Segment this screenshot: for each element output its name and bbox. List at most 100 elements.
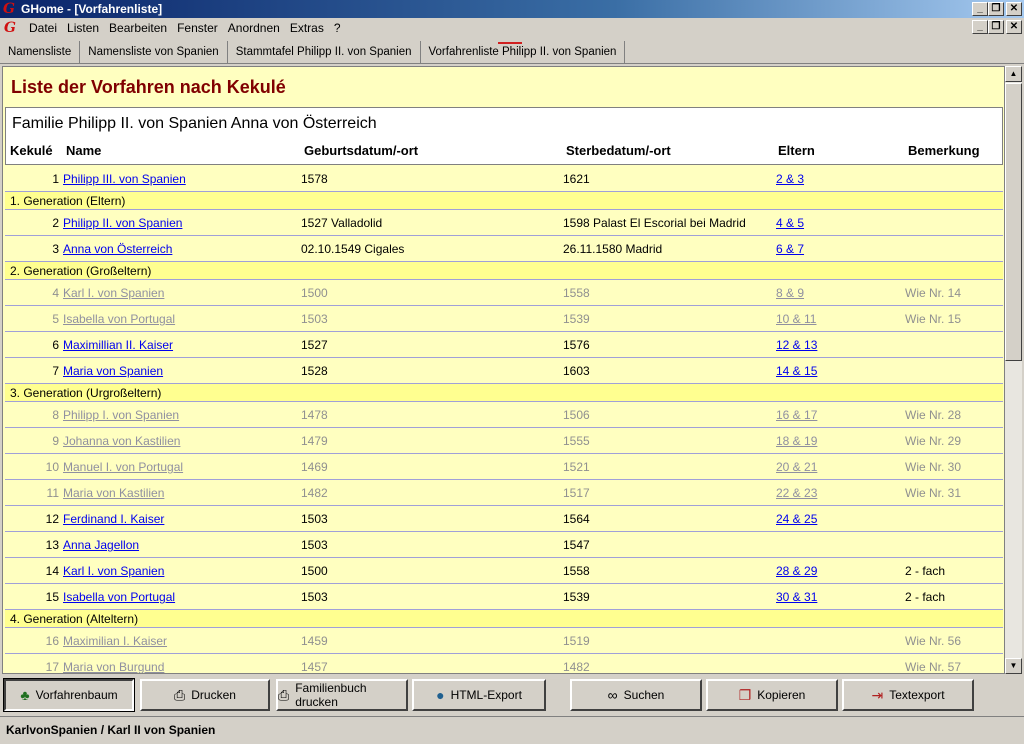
ancestor-table-body: 1 Philipp III. von Spanien 1578 1621 2 & 3 1.… bbox=[5, 166, 1003, 674]
person-name-link[interactable]: Anna von Österreich bbox=[63, 242, 172, 256]
column-header-death: Sterbedatum/-ort bbox=[566, 143, 671, 158]
menu-bearbeiten[interactable]: Bearbeiten bbox=[104, 21, 172, 35]
scroll-up-icon[interactable]: ▲ bbox=[1005, 66, 1022, 82]
textexport-button[interactable]: ⇥ Textexport bbox=[842, 679, 974, 711]
menu-listen[interactable]: Listen bbox=[62, 21, 104, 35]
kekule-number: 8 bbox=[52, 408, 59, 422]
person-name-link[interactable]: Manuel I. von Portugal bbox=[63, 460, 183, 474]
doc-restore-icon[interactable]: ❐ bbox=[988, 20, 1004, 34]
death-cell: 1598 Palast El Escorial bei Madrid bbox=[563, 216, 746, 230]
table-row: 10 Manuel I. von Portugal 1469 1521 20 & 21 W… bbox=[5, 454, 1003, 480]
table-row: 6 Maximillian II. Kaiser 1527 1576 12 & 13 bbox=[5, 332, 1003, 358]
doc-close-icon[interactable]: ✕ bbox=[1006, 20, 1022, 34]
person-name-link[interactable]: Maria von Kastilien bbox=[63, 486, 164, 500]
tab-namensliste-spanien[interactable]: Namensliste von Spanien bbox=[80, 41, 228, 63]
person-name-link[interactable]: Anna Jagellon bbox=[63, 538, 139, 552]
death-cell: 1621 bbox=[563, 172, 590, 186]
close-icon[interactable]: ✕ bbox=[1006, 2, 1022, 16]
note-cell: Wie Nr. 14 bbox=[905, 286, 962, 300]
table-row: 11 Maria von Kastilien 1482 1517 22 & 23 Wie … bbox=[5, 480, 1003, 506]
parents-link[interactable]: 18 & 19 bbox=[776, 434, 817, 448]
menu-extras[interactable]: Extras bbox=[285, 21, 329, 35]
family-title: Familie Philipp II. von Spanien Anna von… bbox=[12, 115, 377, 132]
restore-icon[interactable]: ❐ bbox=[988, 2, 1004, 16]
person-name-link[interactable]: Karl I. von Spanien bbox=[63, 286, 164, 300]
column-header-note: Bemerkung bbox=[908, 143, 980, 158]
death-cell: 1603 bbox=[563, 364, 590, 378]
person-name-link[interactable]: Maria von Spanien bbox=[63, 364, 163, 378]
drucken-button[interactable]: ⎙ Drucken bbox=[140, 679, 270, 711]
scroll-thumb[interactable] bbox=[1005, 83, 1022, 361]
death-cell: 1521 bbox=[563, 460, 590, 474]
person-name-link[interactable]: Maximillian II. Kaiser bbox=[63, 338, 173, 352]
person-name-link[interactable]: Philipp II. von Spanien bbox=[63, 216, 182, 230]
birth-cell: 1457 bbox=[301, 660, 328, 674]
parents-link[interactable]: 20 & 21 bbox=[776, 460, 817, 474]
kekule-number: 10 bbox=[45, 460, 59, 474]
kekule-number: 16 bbox=[45, 634, 59, 648]
kekule-number: 15 bbox=[45, 590, 59, 604]
generation-header: 2. Generation (Großeltern) bbox=[5, 262, 1003, 280]
globe-icon: ● bbox=[436, 687, 445, 703]
document-logo-icon[interactable]: G bbox=[4, 20, 18, 36]
status-text: KarlvonSpanien / Karl II von Spanien bbox=[6, 722, 216, 737]
kekule-number: 5 bbox=[52, 312, 59, 326]
button-label: Familienbuch drucken bbox=[295, 681, 367, 709]
button-label: Drucken bbox=[191, 688, 236, 702]
parents-link[interactable]: 14 & 15 bbox=[776, 364, 817, 378]
generation-header: 1. Generation (Eltern) bbox=[5, 192, 1003, 210]
parents-link[interactable]: 28 & 29 bbox=[776, 564, 817, 578]
person-name-link[interactable]: Philipp III. von Spanien bbox=[63, 172, 186, 186]
doc-minimize-icon[interactable]: _ bbox=[972, 20, 988, 34]
copy-icon: ❐ bbox=[738, 687, 752, 703]
parents-link[interactable]: 16 & 17 bbox=[776, 408, 817, 422]
person-name-link[interactable]: Maximilian I. Kaiser bbox=[63, 634, 167, 648]
scroll-down-icon[interactable]: ▼ bbox=[1005, 658, 1022, 674]
table-row: 2 Philipp II. von Spanien 1527 Valladolid 1… bbox=[5, 210, 1003, 236]
tab-stammtafel[interactable]: Stammtafel Philipp II. von Spanien bbox=[228, 41, 421, 63]
death-cell: 1555 bbox=[563, 434, 590, 448]
person-name-link[interactable]: Maria von Burgund bbox=[63, 660, 164, 673]
column-header-name: Name bbox=[66, 143, 102, 158]
death-cell: 1482 bbox=[563, 660, 590, 674]
suchen-button[interactable]: ∞ Suchen bbox=[570, 679, 702, 711]
tab-vorfahrenliste[interactable]: Vorfahrenliste Philipp II. von Spanien bbox=[421, 41, 626, 63]
parents-link[interactable]: 6 & 7 bbox=[776, 242, 804, 256]
minimize-icon[interactable]: _ bbox=[972, 2, 988, 16]
death-cell: 1517 bbox=[563, 486, 590, 500]
menu-datei[interactable]: Datei bbox=[24, 21, 62, 35]
note-cell: Wie Nr. 15 bbox=[905, 312, 962, 326]
vertical-scrollbar[interactable]: ▲ ▼ bbox=[1005, 66, 1022, 674]
parents-link[interactable]: 8 & 9 bbox=[776, 286, 804, 300]
parents-link[interactable]: 4 & 5 bbox=[776, 216, 804, 230]
printer-icon: ⎙ bbox=[278, 687, 290, 703]
person-name-link[interactable]: Ferdinand I. Kaiser bbox=[63, 512, 164, 526]
person-name-link[interactable]: Philipp I. von Spanien bbox=[63, 408, 179, 422]
tab-label: Namensliste von Spanien bbox=[88, 46, 219, 58]
parents-link[interactable]: 2 & 3 bbox=[776, 172, 804, 186]
kopieren-button[interactable]: ❐ Kopieren bbox=[706, 679, 838, 711]
person-name-link[interactable]: Karl I. von Spanien bbox=[63, 564, 164, 578]
tab-namensliste[interactable]: Namensliste bbox=[0, 41, 81, 63]
parents-link[interactable]: 24 & 25 bbox=[776, 512, 817, 526]
parents-link[interactable]: 10 & 11 bbox=[776, 312, 816, 326]
person-name-link[interactable]: Isabella von Portugal bbox=[63, 590, 175, 604]
vorfahrenbaum-button[interactable]: ♣ Vorfahrenbaum bbox=[3, 678, 135, 712]
person-name-link[interactable]: Johanna von Kastilien bbox=[63, 434, 180, 448]
html-export-button[interactable]: ● HTML-Export bbox=[412, 679, 546, 711]
generation-label: 2. Generation (Großeltern) bbox=[10, 264, 152, 278]
window-titlebar[interactable]: G GHome - [Vorfahrenliste] _ ❐ ✕ bbox=[0, 0, 1024, 18]
parents-link[interactable]: 30 & 31 bbox=[776, 590, 817, 604]
button-label: Vorfahrenbaum bbox=[35, 688, 118, 702]
parents-link[interactable]: 12 & 13 bbox=[776, 338, 817, 352]
birth-cell: 1479 bbox=[301, 434, 328, 448]
death-cell: 1539 bbox=[563, 590, 590, 604]
app-logo-icon: G bbox=[3, 1, 15, 17]
menu-anordnen[interactable]: Anordnen bbox=[223, 21, 285, 35]
person-name-link[interactable]: Isabella von Portugal bbox=[63, 312, 175, 326]
familienbuch-drucken-button[interactable]: ⎙ Familienbuch drucken bbox=[276, 679, 408, 711]
menu-fenster[interactable]: Fenster bbox=[172, 21, 223, 35]
menu-help[interactable]: ? bbox=[329, 21, 346, 35]
death-cell: 1564 bbox=[563, 512, 590, 526]
parents-link[interactable]: 22 & 23 bbox=[776, 486, 817, 500]
